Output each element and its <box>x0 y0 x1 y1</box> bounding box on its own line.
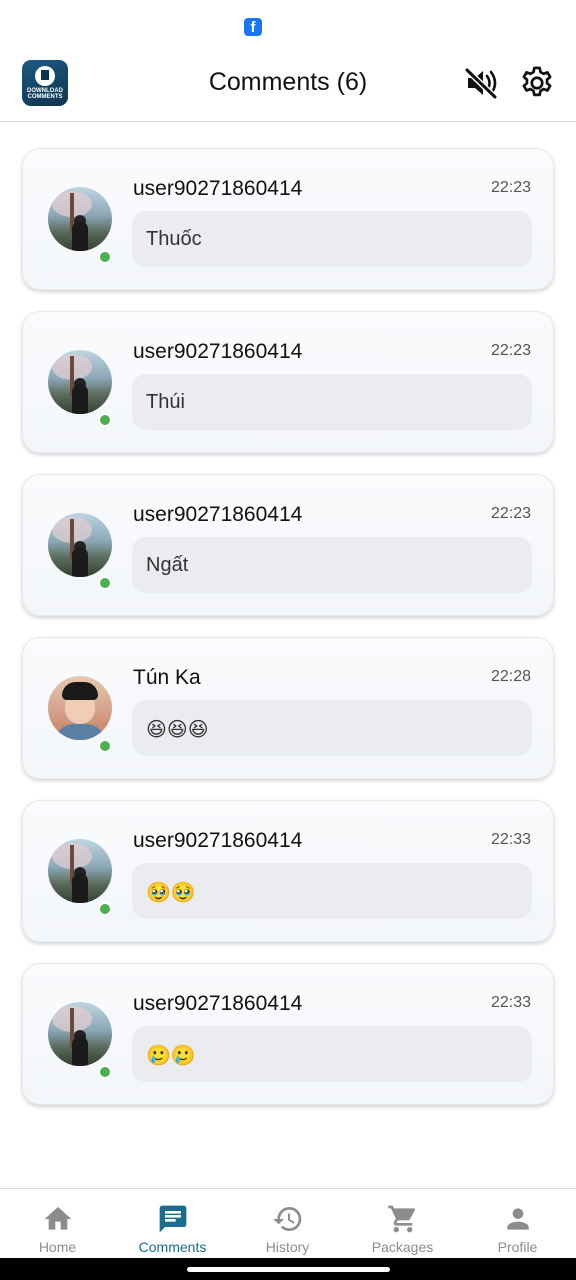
comment-time: 22:28 <box>490 668 531 685</box>
comment-time: 22:23 <box>490 179 531 196</box>
avatar <box>48 350 112 414</box>
online-status-dot <box>98 413 112 427</box>
comment-time: 22:33 <box>490 831 531 848</box>
online-status-dot <box>98 739 112 753</box>
comment-text: 😆😆😆 <box>146 719 209 741</box>
gear-icon <box>522 66 552 97</box>
online-status-dot <box>98 902 112 916</box>
comment-card[interactable]: user90271860414 22:23 Ngất <box>22 474 554 616</box>
nav-label: Profile <box>497 1239 538 1255</box>
bottom-navigation: Home Comments History Packages Profile <box>0 1188 576 1258</box>
comment-username: Tún Ka <box>133 666 201 689</box>
online-status-dot <box>98 576 112 590</box>
comment-bubble: Thúi <box>132 374 532 430</box>
comment-bubble: 🥲🥲 <box>132 1026 532 1082</box>
comment-time: 22:23 <box>490 505 531 522</box>
comment-username: user90271860414 <box>133 177 303 200</box>
comment-bubble: 😆😆😆 <box>132 700 532 756</box>
comment-card[interactable]: user90271860414 22:33 🥲🥲 <box>22 963 554 1105</box>
nav-item-profile[interactable]: Profile <box>460 1189 575 1259</box>
comment-card[interactable]: Tún Ka 22:28 😆😆😆 <box>22 637 554 779</box>
nav-label: History <box>265 1239 310 1255</box>
comment-bubble: Ngất <box>132 537 532 593</box>
comment-card[interactable]: user90271860414 22:23 Thuốc <box>22 148 554 290</box>
avatar <box>48 1002 112 1066</box>
comment-text: 🥹🥹 <box>146 882 196 904</box>
app-header: DOWNLOAD COMMENTS Comments (6) <box>0 52 576 122</box>
online-status-dot <box>98 250 112 264</box>
facebook-icon: f <box>244 18 262 36</box>
comment-bubble: Thuốc <box>132 211 532 267</box>
avatar <box>48 513 112 577</box>
home-indicator[interactable] <box>187 1267 390 1272</box>
avatar <box>48 676 112 740</box>
system-gesture-bar <box>0 1258 576 1280</box>
history-icon <box>273 1207 302 1231</box>
comment-card[interactable]: user90271860414 22:23 Thúi <box>22 311 554 453</box>
nav-label: Packages <box>371 1239 434 1255</box>
comment-time: 22:23 <box>490 342 531 359</box>
comment-username: user90271860414 <box>133 503 303 526</box>
status-bar: f <box>0 0 576 52</box>
comment-username: user90271860414 <box>133 829 303 852</box>
person-icon <box>507 1208 529 1230</box>
nav-item-history[interactable]: History <box>230 1189 345 1259</box>
comment-time: 22:33 <box>490 994 531 1011</box>
comment-text: Ngất <box>146 554 189 576</box>
nav-item-packages[interactable]: Packages <box>345 1189 460 1259</box>
mute-button[interactable] <box>462 65 502 101</box>
nav-item-comments[interactable]: Comments <box>115 1189 230 1259</box>
comment-username: user90271860414 <box>133 340 303 363</box>
avatar <box>48 187 112 251</box>
comment-text: Thuốc <box>146 228 202 250</box>
comment-card[interactable]: user90271860414 22:33 🥹🥹 <box>22 800 554 942</box>
chat-icon <box>159 1205 187 1233</box>
home-icon <box>44 1207 72 1230</box>
comment-text: 🥲🥲 <box>146 1045 196 1067</box>
avatar <box>48 839 112 903</box>
comment-bubble: 🥹🥹 <box>132 863 532 919</box>
cart-icon <box>388 1205 416 1233</box>
comment-text: Thúi <box>146 391 185 413</box>
online-status-dot <box>98 1065 112 1079</box>
volume-off-icon <box>464 67 498 100</box>
comment-username: user90271860414 <box>133 992 303 1015</box>
nav-item-home[interactable]: Home <box>0 1189 115 1259</box>
nav-label: Home <box>38 1239 77 1255</box>
settings-button[interactable] <box>518 64 556 102</box>
nav-label: Comments <box>138 1239 207 1255</box>
